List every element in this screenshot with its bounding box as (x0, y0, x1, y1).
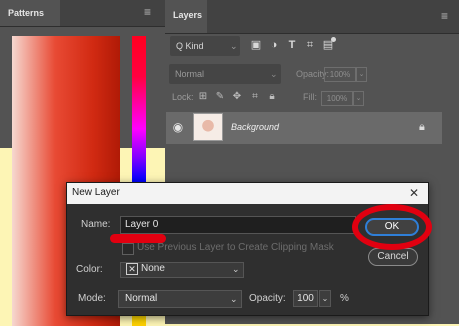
chevron-down-icon: ⌄ (270, 69, 278, 79)
layer-name-input[interactable]: Layer 0 (120, 216, 356, 234)
name-label: Name: (81, 219, 111, 230)
lock-artboard-icon[interactable]: ⌗ (249, 90, 261, 104)
lock-label: Lock: (172, 92, 194, 102)
opacity-dropdown-icon[interactable]: ⌄ (356, 67, 367, 82)
chevron-down-icon: ⌄ (230, 41, 238, 51)
clipping-mask-label: Use Previous Layer to Create Clipping Ma… (137, 242, 334, 253)
patterns-menu-icon[interactable]: ≡ (144, 6, 151, 18)
color-value: None (141, 263, 165, 274)
dialog-opacity-input[interactable]: 100 (293, 290, 318, 307)
annotation-circle (352, 204, 432, 250)
dialog-opacity-label: Opacity: (249, 293, 286, 304)
type-filter-icon[interactable]: T (286, 39, 298, 51)
no-color-icon: ✕ (126, 263, 138, 275)
blend-mode-value: Normal (175, 69, 205, 79)
toggle-dot-icon[interactable] (331, 37, 336, 42)
opacity-dropdown-icon[interactable]: ⌄ (319, 290, 331, 307)
lock-all-icon[interactable]: 🔒︎ (266, 90, 278, 104)
dialog-titlebar (67, 183, 428, 204)
layer-lock-icon[interactable]: 🔒︎ (419, 120, 425, 134)
kind-filter-label: Q Kind (176, 41, 204, 51)
chevron-down-icon: ⌄ (232, 264, 240, 274)
lock-transparent-icon[interactable]: ⊞ (197, 90, 209, 104)
fill-input[interactable]: 100% (321, 91, 353, 106)
opacity-input[interactable]: 100% (324, 67, 356, 82)
layer-thumbnail (193, 113, 223, 141)
color-select[interactable] (120, 262, 244, 278)
layers-tabbar (165, 0, 459, 34)
lock-pixels-icon[interactable]: ✎ (214, 90, 226, 104)
chevron-down-icon: ⌄ (230, 294, 238, 304)
annotation-underline (110, 234, 166, 243)
tab-patterns[interactable]: Patterns (0, 0, 60, 26)
dialog-title: New Layer (72, 187, 120, 198)
lock-position-icon[interactable]: ✥ (231, 90, 243, 104)
mode-label: Mode: (78, 293, 106, 304)
clipping-mask-checkbox[interactable] (122, 243, 134, 255)
fill-dropdown-icon[interactable]: ⌄ (353, 91, 364, 106)
percent-sign: % (340, 293, 349, 304)
image-filter-icon[interactable]: ▣ (250, 39, 262, 51)
shape-filter-icon[interactable]: ⌗ (304, 39, 316, 51)
tab-layers[interactable]: Layers (165, 0, 207, 33)
close-icon[interactable]: ✕ (409, 185, 419, 201)
color-label: Color: (76, 264, 103, 275)
blend-mode-select[interactable]: Normal ⌄ (169, 64, 281, 84)
fill-label: Fill: (303, 92, 317, 102)
kind-filter-select[interactable]: Q Kind ⌄ (170, 36, 240, 56)
layers-menu-icon[interactable]: ≡ (441, 10, 448, 22)
adjustment-filter-icon[interactable]: ◑ (268, 39, 280, 51)
eye-icon[interactable]: ◉ (172, 120, 184, 134)
cancel-button[interactable]: Cancel (368, 248, 418, 266)
layer-name[interactable]: Background (231, 120, 279, 134)
mode-value: Normal (125, 293, 158, 304)
